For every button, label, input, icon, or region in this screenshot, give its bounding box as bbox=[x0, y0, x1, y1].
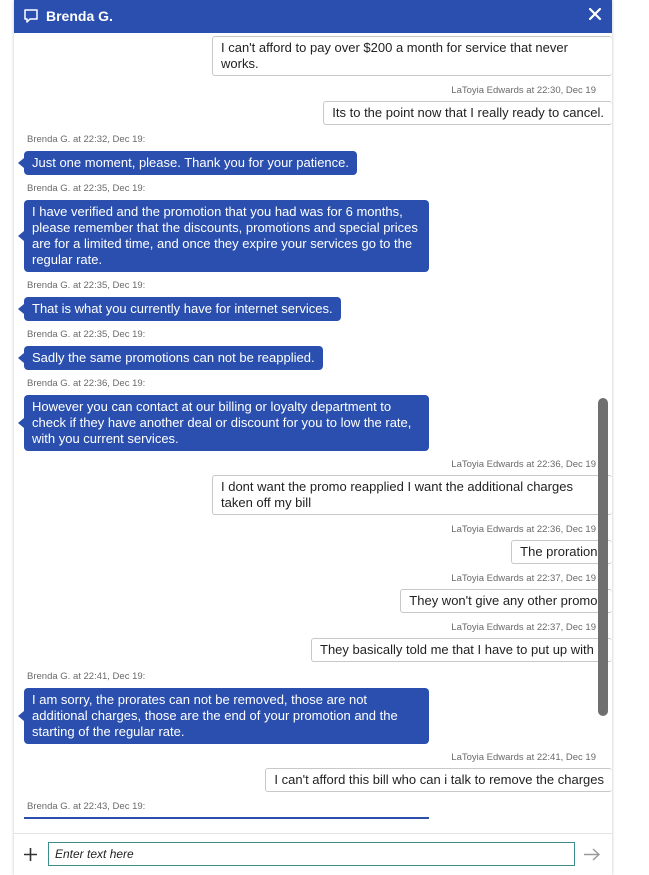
message-text: Its to the point now that I really ready… bbox=[332, 105, 604, 120]
agent-message: I am sorry, the prorates can not be remo… bbox=[18, 688, 429, 744]
message-meta: LaToyia Edwards at 22:37, Dec 19 bbox=[451, 573, 596, 584]
agent-message: Sadly the same promotions can not be rea… bbox=[18, 346, 323, 370]
message-text: Just one moment, please. Thank you for y… bbox=[32, 155, 349, 170]
user-message: The prorations bbox=[511, 540, 612, 564]
user-message: They won't give any other promos bbox=[400, 589, 612, 613]
message-input[interactable] bbox=[48, 842, 575, 866]
send-arrow-icon[interactable] bbox=[582, 846, 602, 863]
agent-message: However you can contact at our billing o… bbox=[18, 395, 429, 451]
agent-message: I have verified and the promotion that y… bbox=[18, 200, 429, 272]
message-text: That is what you currently have for inte… bbox=[32, 301, 333, 316]
message-meta: LaToyia Edwards at 22:37, Dec 19 bbox=[451, 622, 596, 633]
message-text: They won't give any other promos bbox=[409, 593, 604, 608]
close-icon[interactable] bbox=[588, 7, 602, 21]
message-text: The prorations bbox=[520, 544, 604, 559]
chat-title: Brenda G. bbox=[46, 8, 113, 24]
composer bbox=[14, 833, 612, 875]
message-meta: LaToyia Edwards at 22:30, Dec 19 bbox=[451, 85, 596, 96]
message-meta: Brenda G. at 22:35, Dec 19: bbox=[27, 329, 146, 340]
message-text: I am sorry, the prorates can not be remo… bbox=[32, 692, 398, 739]
plus-icon[interactable] bbox=[22, 846, 39, 863]
message-text: I have verified and the promotion that y… bbox=[32, 204, 418, 267]
message-list[interactable]: I can't afford to pay over $200 a month … bbox=[14, 33, 612, 833]
chat-header: Brenda G. bbox=[14, 0, 612, 33]
scrollbar-thumb[interactable] bbox=[598, 398, 608, 716]
chat-window: Brenda G. I can't afford to pay over $20… bbox=[14, 0, 612, 875]
message-text: I can't afford to pay over $200 a month … bbox=[221, 40, 568, 71]
message-meta: LaToyia Edwards at 22:36, Dec 19 bbox=[451, 524, 596, 535]
message-meta: LaToyia Edwards at 22:41, Dec 19 bbox=[451, 752, 596, 763]
user-message: I can't afford to pay over $200 a month … bbox=[212, 36, 612, 76]
message-text: They basically told me that I have to pu… bbox=[320, 642, 604, 657]
message-text: I dont want the promo reapplied I want t… bbox=[221, 479, 573, 510]
message-meta: Brenda G. at 22:32, Dec 19: bbox=[27, 134, 146, 145]
user-message: I dont want the promo reapplied I want t… bbox=[212, 475, 612, 515]
message-meta: Brenda G. at 22:35, Dec 19: bbox=[27, 183, 146, 194]
message-meta: Brenda G. at 22:41, Dec 19: bbox=[27, 671, 146, 682]
user-message: I can't afford this bill who can i talk … bbox=[265, 768, 612, 792]
message-text: Sadly the same promotions can not be rea… bbox=[32, 350, 315, 365]
message-meta: Brenda G. at 22:43, Dec 19: bbox=[27, 801, 146, 812]
message-meta: Brenda G. at 22:35, Dec 19: bbox=[27, 280, 146, 291]
user-message: Its to the point now that I really ready… bbox=[323, 101, 612, 125]
message-text: However you can contact at our billing o… bbox=[32, 399, 412, 446]
agent-message: That is what you currently have for inte… bbox=[18, 297, 341, 321]
typing-bubble-edge bbox=[24, 817, 429, 819]
agent-message: Just one moment, please. Thank you for y… bbox=[18, 151, 357, 175]
message-meta: LaToyia Edwards at 22:36, Dec 19 bbox=[451, 459, 596, 470]
message-text: I can't afford this bill who can i talk … bbox=[274, 772, 604, 787]
chat-bubble-icon bbox=[24, 9, 38, 23]
user-message: They basically told me that I have to pu… bbox=[311, 638, 612, 662]
message-meta: Brenda G. at 22:36, Dec 19: bbox=[27, 378, 146, 389]
